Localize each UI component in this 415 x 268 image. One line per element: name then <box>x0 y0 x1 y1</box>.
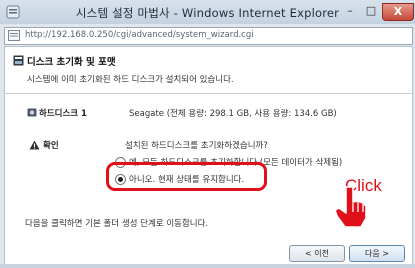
pointing-hand-icon <box>334 186 367 228</box>
wizard-title: 디스크 초기화 및 포맷 <box>27 57 116 68</box>
hard-disk-icon <box>27 108 37 117</box>
disk-info: Seagate (전체 용량: 298.1 GB, 사용 용량: 134.6 G… <box>129 109 337 119</box>
warning-icon <box>29 140 40 150</box>
next-button[interactable]: 다음 > <box>349 245 405 262</box>
url-text: http://192.168.0.250/cgi/advanced/system… <box>25 30 254 40</box>
footer-instruction: 다음을 클릭하면 기본 폴더 생성 단계로 이동합니다. <box>25 219 209 229</box>
wizard-header: 디스크 초기화 및 포맷 시스템에 이미 초기화된 하드 디스크가 설치되어 있… <box>5 47 412 94</box>
disk-format-icon <box>13 55 24 66</box>
address-bar[interactable]: http://192.168.0.250/cgi/advanced/system… <box>4 27 413 45</box>
wizard-panel: 디스크 초기화 및 포맷 시스템에 이미 초기화된 하드 디스크가 설치되어 있… <box>4 46 413 266</box>
status-bar <box>0 264 415 268</box>
confirm-question: 설치된 하드디스크를 초기화하겠습니까? <box>125 141 268 151</box>
browser-window: 시스템 설정 마법사 - Windows Internet Explorer –… <box>0 0 415 268</box>
selection-highlight <box>106 162 267 191</box>
wizard-subtitle: 시스템에 이미 초기화된 하드 디스크가 설치되어 있습니다. <box>27 75 234 85</box>
page-icon <box>8 30 20 41</box>
minimize-button[interactable]: – <box>340 3 360 19</box>
title-bar: 시스템 설정 마법사 - Windows Internet Explorer –… <box>0 0 415 24</box>
prev-button[interactable]: < 이전 <box>289 245 345 262</box>
confirm-label: 확인 <box>43 141 59 151</box>
maximize-button[interactable]: □ <box>361 3 381 19</box>
close-button[interactable]: X <box>382 3 414 21</box>
disk-name: 하드디스크 1 <box>39 109 87 119</box>
